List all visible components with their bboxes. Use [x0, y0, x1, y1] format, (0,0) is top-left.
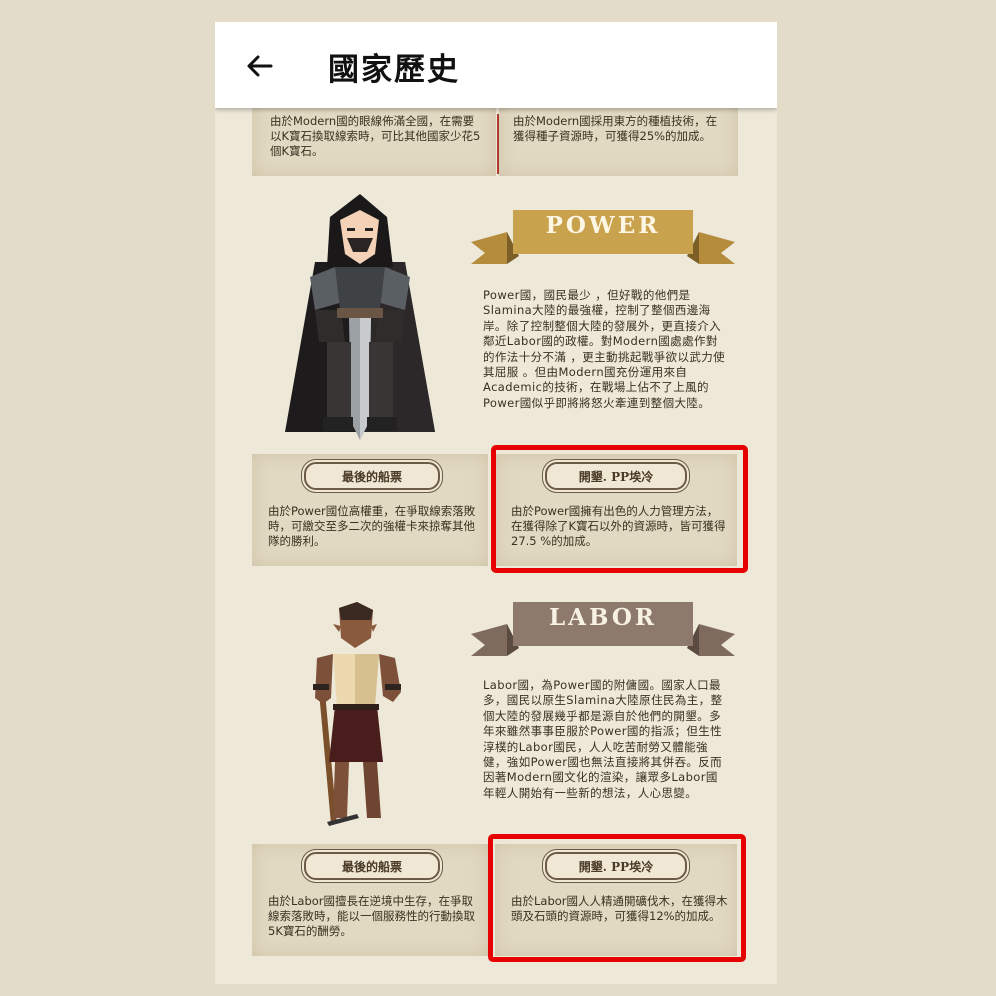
- power-banner-title: POWER: [545, 212, 661, 239]
- phone-screen: 國家歷史 由於Modern國的眼線佈滿全國，在需要以K寶石換取線索時，可比其他國…: [215, 22, 777, 984]
- power-description: Power國，國民最少 ，但好戰的他們是Slamina大陸的最強權，控制了整個西…: [483, 288, 726, 410]
- labor-card-left: 最後的船票 由於Labor國擅長在逆境中生存，在爭取線索落敗時，能以一個服務性的…: [252, 844, 488, 956]
- power-card-left: 最後的船票 由於Power國位高權重，在爭取線索落敗時，可繳交至多二次的強權卡來…: [252, 454, 488, 566]
- power-card-right-title: 開墾. PP埃冷: [545, 462, 687, 490]
- labor-card-left-title: 最後的船票: [304, 852, 440, 880]
- labor-card-left-text: 由於Labor國擅長在逆境中生存，在爭取線索落敗時，能以一個服務性的行動換取5K…: [268, 894, 475, 938]
- app-bar: 國家歷史: [215, 22, 777, 108]
- labor-worker-illustration: [313, 602, 401, 826]
- labor-description: Labor國，為Power國的附傭國。國家人口最多，國民以原生Slamina大陸…: [483, 678, 723, 800]
- page-title: 國家歷史: [328, 52, 460, 88]
- labor-banner-title: LABOR: [548, 604, 658, 631]
- modern-card-right-text: 由於Modern國採用東方的種植技術，在獲得種子資源時，可獲得25%的加成。: [513, 114, 718, 143]
- power-warrior-illustration: [285, 194, 435, 440]
- power-card-left-text: 由於Power國位高權重，在爭取線索落敗時，可繳交至多二次的強權卡來掠奪其他隊的…: [268, 504, 476, 548]
- labor-card-right-title: 開墾. PP埃冷: [545, 852, 687, 880]
- power-card-right: 開墾. PP埃冷 由於Power國擁有出色的人力管理方法，在獲得除了K寶石以外的…: [495, 454, 737, 566]
- power-card-left-title: 最後的船票: [304, 462, 440, 490]
- arrow-left-icon: [247, 55, 273, 77]
- labor-card-right: 開墾. PP埃冷 由於Labor國人人精通開礦伐木，在獲得木頭及石頭的資源時，可…: [495, 844, 737, 956]
- modern-card-left-text: 由於Modern國的眼線佈滿全國，在需要以K寶石換取線索時，可比其他國家少花5個…: [270, 114, 481, 158]
- back-button[interactable]: [239, 46, 279, 86]
- labor-card-right-text: 由於Labor國人人精通開礦伐木，在獲得木頭及石頭的資源時，可獲得12%的加成。: [511, 894, 728, 923]
- power-card-right-text: 由於Power國擁有出色的人力管理方法，在獲得除了K寶石以外的資源時，皆可獲得2…: [511, 504, 726, 548]
